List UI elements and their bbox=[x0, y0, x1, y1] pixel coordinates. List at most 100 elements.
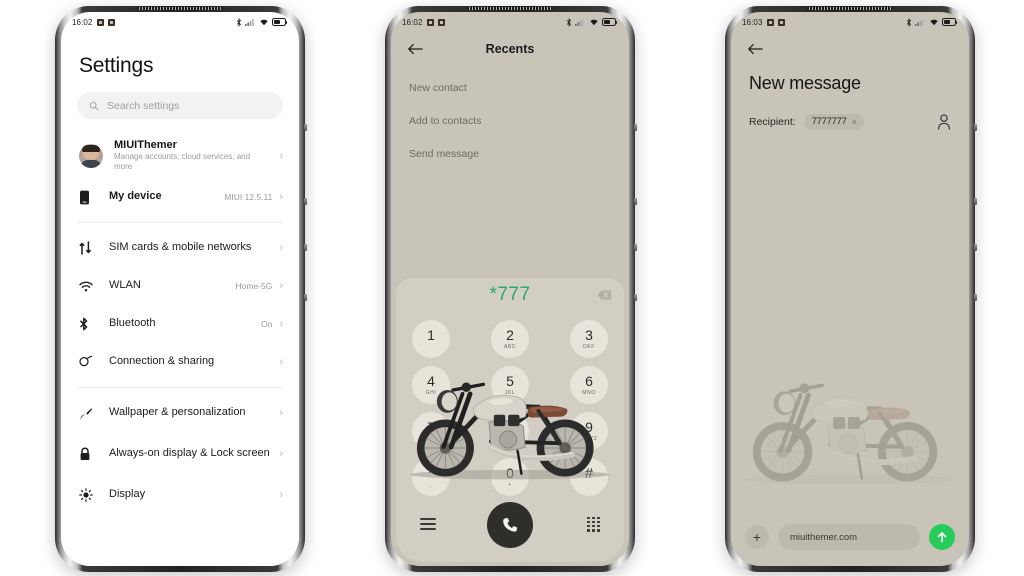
chevron-right-icon: › bbox=[279, 149, 283, 162]
key-letters: PQRS bbox=[422, 436, 440, 442]
notification-dot-icon bbox=[107, 18, 115, 26]
key-letters: , bbox=[430, 482, 432, 489]
settings-row-value: On bbox=[260, 319, 273, 329]
settings-row-wlan[interactable]: WLAN Home-5G › bbox=[77, 267, 283, 305]
dialpad-key-6[interactable]: 6 MNO bbox=[570, 366, 608, 404]
dialpad-key-7[interactable]: 7 PQRS bbox=[412, 412, 450, 450]
key-number: 2 bbox=[506, 327, 514, 343]
dialed-number-display[interactable]: *777 bbox=[396, 278, 624, 312]
settings-row-sim-cards[interactable]: SIM cards & mobile networks › bbox=[77, 229, 283, 267]
bluetooth-icon bbox=[236, 17, 241, 27]
chevron-right-icon: › bbox=[279, 356, 283, 368]
settings-row-label: Connection & sharing bbox=[109, 355, 215, 368]
settings-row-label: SIM cards & mobile networks bbox=[109, 241, 252, 254]
settings-row-value: MIUI 12.5.11 bbox=[224, 192, 273, 202]
menu-item-add-to-contacts[interactable]: Add to contacts bbox=[409, 105, 611, 138]
dialpad-key-0[interactable]: 0 + bbox=[491, 458, 529, 496]
key-letters: JKL bbox=[504, 390, 516, 396]
settings-row-wallpaper[interactable]: Wallpaper & personalization › bbox=[77, 394, 283, 432]
dialpad-key-1[interactable]: 1 bbox=[412, 320, 450, 358]
side-button[interactable] bbox=[304, 244, 307, 251]
dialpad-key-hash[interactable]: # bbox=[570, 458, 608, 496]
settings-row-connection-sharing[interactable]: Connection & sharing › bbox=[77, 343, 283, 381]
settings-row-label: My device bbox=[109, 190, 162, 203]
side-button[interactable] bbox=[304, 198, 307, 205]
side-button[interactable] bbox=[634, 198, 637, 205]
settings-row-label: Wallpaper & personalization bbox=[109, 406, 246, 419]
dialpad-key-4[interactable]: 4 GHI bbox=[412, 366, 450, 404]
dialpad-row: 1 2 ABC 3 DEF bbox=[412, 320, 608, 358]
key-number: * bbox=[428, 464, 434, 482]
recipient-label: Recipient: bbox=[749, 116, 796, 128]
side-button[interactable] bbox=[974, 294, 977, 301]
side-button[interactable] bbox=[634, 294, 637, 301]
brightness-icon bbox=[79, 488, 109, 502]
search-input[interactable]: Search settings bbox=[77, 92, 283, 119]
side-button[interactable] bbox=[634, 124, 637, 131]
dialer-footer bbox=[396, 500, 624, 548]
settings-row-lock-screen[interactable]: Always-on display & Lock screen › bbox=[77, 432, 283, 476]
dialpad-key-5[interactable]: 5 JKL bbox=[491, 366, 529, 404]
dialpad-key-3[interactable]: 3 DEF bbox=[570, 320, 608, 358]
dialpad-key-2[interactable]: 2 ABC bbox=[491, 320, 529, 358]
sim-icon bbox=[79, 241, 109, 255]
bluetooth-icon bbox=[906, 17, 911, 27]
messaging-header: New message Recipient: 7777777 × bbox=[731, 32, 969, 130]
chevron-right-icon: › bbox=[279, 191, 283, 203]
earpiece-speaker bbox=[807, 7, 893, 10]
key-letters: TUV bbox=[504, 436, 516, 442]
menu-item-send-message[interactable]: Send message bbox=[409, 138, 611, 171]
search-icon bbox=[89, 101, 99, 110]
dialpad-key-8[interactable]: 8 TUV bbox=[491, 412, 529, 450]
phone-icon bbox=[79, 190, 109, 205]
key-number: 8 bbox=[506, 419, 514, 435]
side-button[interactable] bbox=[974, 244, 977, 251]
dialpad-icon[interactable] bbox=[587, 516, 600, 532]
back-arrow-icon[interactable] bbox=[747, 42, 763, 56]
recipient-chip[interactable]: 7777777 × bbox=[803, 114, 864, 130]
menu-item-new-contact[interactable]: New contact bbox=[409, 72, 611, 105]
account-row[interactable]: MIUIThemer Manage accounts, cloud servic… bbox=[77, 133, 283, 178]
status-bar: 16:02 bbox=[61, 12, 299, 32]
settings-row-my-device[interactable]: My device MIUI 12.5.11 › bbox=[77, 178, 283, 216]
status-bar: 16:02 bbox=[391, 12, 629, 32]
notification-dot-icon bbox=[426, 18, 434, 26]
side-button[interactable] bbox=[304, 124, 307, 131]
backspace-icon[interactable] bbox=[597, 290, 612, 301]
call-icon bbox=[503, 518, 517, 532]
back-arrow-icon[interactable] bbox=[407, 42, 423, 56]
send-button[interactable] bbox=[929, 524, 955, 550]
status-bar-left: 16:02 bbox=[402, 18, 445, 27]
recipient-value: 7777777 bbox=[811, 116, 847, 127]
call-button[interactable] bbox=[487, 502, 533, 548]
screenshot-stage: 16:02 Settings Search settings MIUITheme… bbox=[0, 0, 1024, 576]
hamburger-icon[interactable] bbox=[420, 518, 436, 530]
side-button[interactable] bbox=[634, 244, 637, 251]
status-bar-left: 16:03 bbox=[742, 18, 785, 27]
earpiece-speaker bbox=[137, 7, 223, 10]
status-time: 16:02 bbox=[402, 17, 423, 27]
key-number: 3 bbox=[585, 327, 593, 343]
close-icon[interactable]: × bbox=[852, 117, 857, 127]
key-letters: GHI bbox=[425, 390, 437, 396]
settings-row-display[interactable]: Display › bbox=[77, 476, 283, 514]
signal-icon bbox=[245, 19, 254, 26]
dialpad-panel: *777 1 2 ABC 3 DEF 4 GHI 5 JKL 6 MNO 7 P… bbox=[396, 277, 624, 562]
side-button[interactable] bbox=[974, 198, 977, 205]
dialpad-key-9[interactable]: 9 WXYZ bbox=[570, 412, 608, 450]
notification-dot-icon bbox=[766, 18, 774, 26]
chevron-right-icon: › bbox=[279, 242, 283, 254]
person-icon[interactable] bbox=[937, 114, 951, 130]
message-input[interactable]: miuithemer.com bbox=[778, 524, 920, 550]
side-button[interactable] bbox=[974, 124, 977, 131]
side-button[interactable] bbox=[304, 294, 307, 301]
notification-dot-icon bbox=[777, 18, 785, 26]
wifi-icon bbox=[589, 19, 598, 26]
settings-row-bluetooth[interactable]: Bluetooth On › bbox=[77, 305, 283, 343]
dialpad-key-star[interactable]: * , bbox=[412, 458, 450, 496]
phone-screen-dialer: 16:02 Recents New contact Add to contact… bbox=[391, 12, 629, 566]
account-text: MIUIThemer Manage accounts, cloud servic… bbox=[114, 139, 268, 172]
key-letters: MNO bbox=[582, 390, 596, 396]
add-attachment-button[interactable]: + bbox=[745, 525, 769, 549]
key-letters: WXYZ bbox=[580, 436, 598, 442]
